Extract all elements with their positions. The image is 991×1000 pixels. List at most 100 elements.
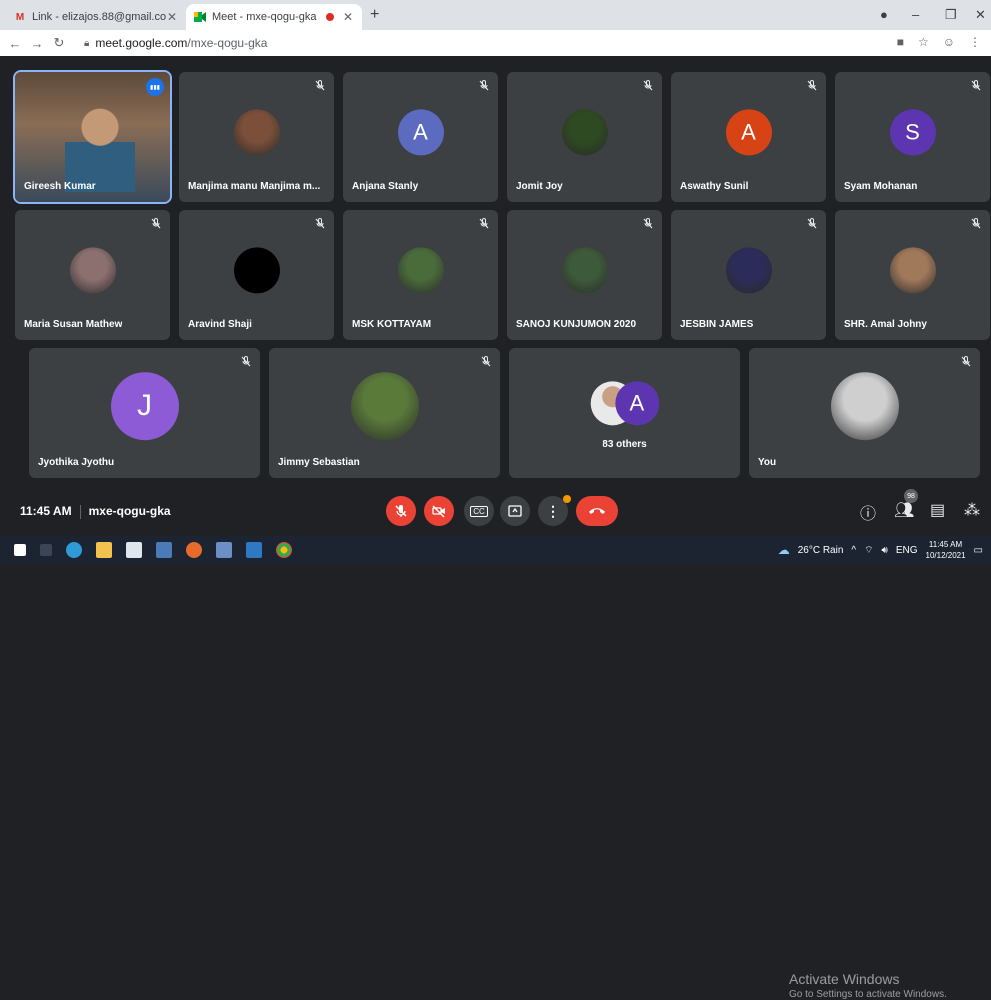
clock[interactable]: 11:45 AM 10/12/2021: [926, 539, 966, 561]
edge-icon[interactable]: [66, 542, 82, 558]
muted-mic-icon: [807, 80, 817, 94]
participant-tile[interactable]: Manjima manu Manjima m...: [179, 72, 334, 202]
participant-tile[interactable]: A Anjana Stanly: [343, 72, 498, 202]
lock-icon[interactable]: 🔒︎: [84, 38, 89, 49]
muted-mic-icon: [643, 218, 653, 232]
participant-photo-avatar: [561, 247, 608, 294]
people-icon: 👥︎: [894, 502, 915, 519]
minimize-button[interactable]: –: [912, 7, 919, 22]
participant-tile[interactable]: Aravind Shaji: [179, 210, 334, 340]
chat-button[interactable]: ▤: [930, 500, 945, 520]
gmail-icon: M: [15, 11, 25, 23]
meeting-time: 11:45 AM: [20, 504, 72, 518]
leave-call-button[interactable]: [576, 496, 618, 526]
task-view-icon[interactable]: [40, 544, 52, 556]
participant-tile[interactable]: Maria Susan Mathew: [15, 210, 170, 340]
profile-avatar-icon[interactable]: ☺: [943, 35, 955, 49]
present-button[interactable]: [500, 496, 530, 526]
muted-mic-icon: [807, 218, 817, 232]
participant-photo-avatar: [725, 247, 772, 294]
present-icon: [508, 505, 522, 517]
system-tray: ☁ 26°C Rain ^ ⌔ 🔊︎ ENG 11:45 AM 10/12/20…: [778, 536, 983, 564]
participant-tile[interactable]: ▮▮▮ Gireesh Kumar: [13, 70, 172, 204]
people-button[interactable]: 👥︎: [894, 500, 914, 520]
camera-toggle-button[interactable]: [424, 496, 454, 526]
weather-text[interactable]: 26°C Rain: [798, 545, 844, 556]
participant-count-badge: 98: [904, 489, 918, 503]
muted-mic-icon: [479, 80, 489, 94]
store-icon[interactable]: [126, 542, 142, 558]
participant-tile[interactable]: You: [749, 348, 980, 478]
muted-mic-icon: [479, 218, 489, 232]
muted-mic-icon: [643, 80, 653, 94]
speaking-indicator-icon: ▮▮▮: [146, 78, 164, 96]
participant-tile[interactable]: A Aswathy Sunil: [671, 72, 826, 202]
tray-chevron-icon[interactable]: ^: [851, 545, 856, 556]
notifications-icon[interactable]: ▭: [974, 545, 983, 556]
participant-tile[interactable]: SHR. Amal Johny: [835, 210, 990, 340]
windows-start-icon[interactable]: [14, 544, 26, 556]
meeting-code: mxe-qogu-gka: [88, 504, 171, 518]
meet-icon: [194, 11, 206, 23]
participant-name: JESBIN JAMES: [680, 319, 754, 330]
tab-meet[interactable]: Meet - mxe-qogu-gka ✕: [186, 4, 362, 30]
clock-date: 10/12/2021: [925, 551, 966, 560]
participant-tile[interactable]: MSK KOTTAYAM: [343, 210, 498, 340]
forward-icon[interactable]: →: [26, 36, 48, 51]
close-tab-icon[interactable]: ✕: [342, 10, 354, 24]
camera-off-icon: [432, 505, 445, 518]
address-bar[interactable]: meet.google.com/mxe-qogu-gka: [95, 36, 267, 50]
language-indicator[interactable]: ENG: [896, 545, 918, 556]
new-tab-button[interactable]: +: [370, 6, 379, 24]
participant-name: Jimmy Sebastian: [278, 457, 360, 468]
info-icon: ⓘ: [860, 506, 877, 523]
close-tab-icon[interactable]: ✕: [166, 10, 178, 24]
tab-gmail[interactable]: M Link - elizajos.88@gmail.com - G ✕: [6, 4, 186, 30]
participant-tile[interactable]: Jomit Joy: [507, 72, 662, 202]
file-explorer-icon[interactable]: [96, 542, 112, 558]
participant-name: You: [758, 457, 777, 468]
participant-name: Aravind Shaji: [188, 319, 252, 330]
url-path: /mxe-qogu-gka: [187, 36, 268, 50]
media-player-icon[interactable]: [156, 542, 172, 558]
reload-icon[interactable]: ↻: [48, 35, 70, 51]
back-icon[interactable]: ←: [4, 36, 26, 51]
participant-initial-avatar: A: [397, 109, 444, 156]
participant-tile[interactable]: JESBIN JAMES: [671, 210, 826, 340]
firefox-icon[interactable]: [186, 542, 202, 558]
profile-icon[interactable]: ●: [880, 7, 888, 22]
participant-name: SHR. Amal Johny: [844, 319, 927, 330]
activities-icon: ⁂: [964, 502, 980, 519]
meeting-controls-bar: 11:45 AM mxe-qogu-gka CC ⋮ Activate Windo…: [0, 488, 991, 1000]
camera-indicator-icon[interactable]: ■: [897, 35, 904, 49]
participant-tile[interactable]: SANOJ KUNJUMON 2020: [507, 210, 662, 340]
participant-photo-avatar: [830, 372, 899, 441]
captions-button[interactable]: CC: [464, 496, 494, 526]
participant-photo-avatar: [397, 247, 444, 294]
meeting-details-button[interactable]: ⓘ: [860, 500, 876, 524]
participant-photo-avatar: [69, 247, 116, 294]
participant-name: Anjana Stanly: [352, 181, 419, 192]
activities-button[interactable]: ⁂: [964, 500, 980, 520]
more-notification-dot: [563, 495, 571, 503]
participant-tile[interactable]: A 83 others: [509, 348, 740, 478]
network-icon[interactable]: ⌔: [864, 544, 873, 557]
participant-name: Gireesh Kumar: [24, 181, 96, 192]
participant-tile[interactable]: Jimmy Sebastian: [269, 348, 500, 478]
participant-tile[interactable]: S Syam Mohanan: [835, 72, 990, 202]
chat-icon: ▤: [930, 502, 946, 519]
mail-icon[interactable]: [246, 542, 262, 558]
volume-icon[interactable]: 🔊︎: [882, 545, 888, 556]
menu-dots-icon[interactable]: ⋮: [969, 35, 981, 49]
photos-icon[interactable]: [216, 542, 232, 558]
participant-tile[interactable]: J Jyothika Jyothu: [29, 348, 260, 478]
close-window-button[interactable]: ✕: [975, 7, 986, 23]
url-host: meet.google.com: [95, 36, 188, 50]
participant-photo-avatar: [350, 372, 419, 441]
mic-toggle-button[interactable]: [386, 496, 416, 526]
maximize-button[interactable]: ❐: [945, 7, 957, 23]
participant-name: Jomit Joy: [516, 181, 563, 192]
chrome-icon[interactable]: [276, 542, 292, 558]
bookmark-star-icon[interactable]: ☆: [918, 35, 929, 49]
address-row: ← → ↻ 🔒︎ meet.google.com/mxe-qogu-gka ■ …: [0, 30, 991, 56]
